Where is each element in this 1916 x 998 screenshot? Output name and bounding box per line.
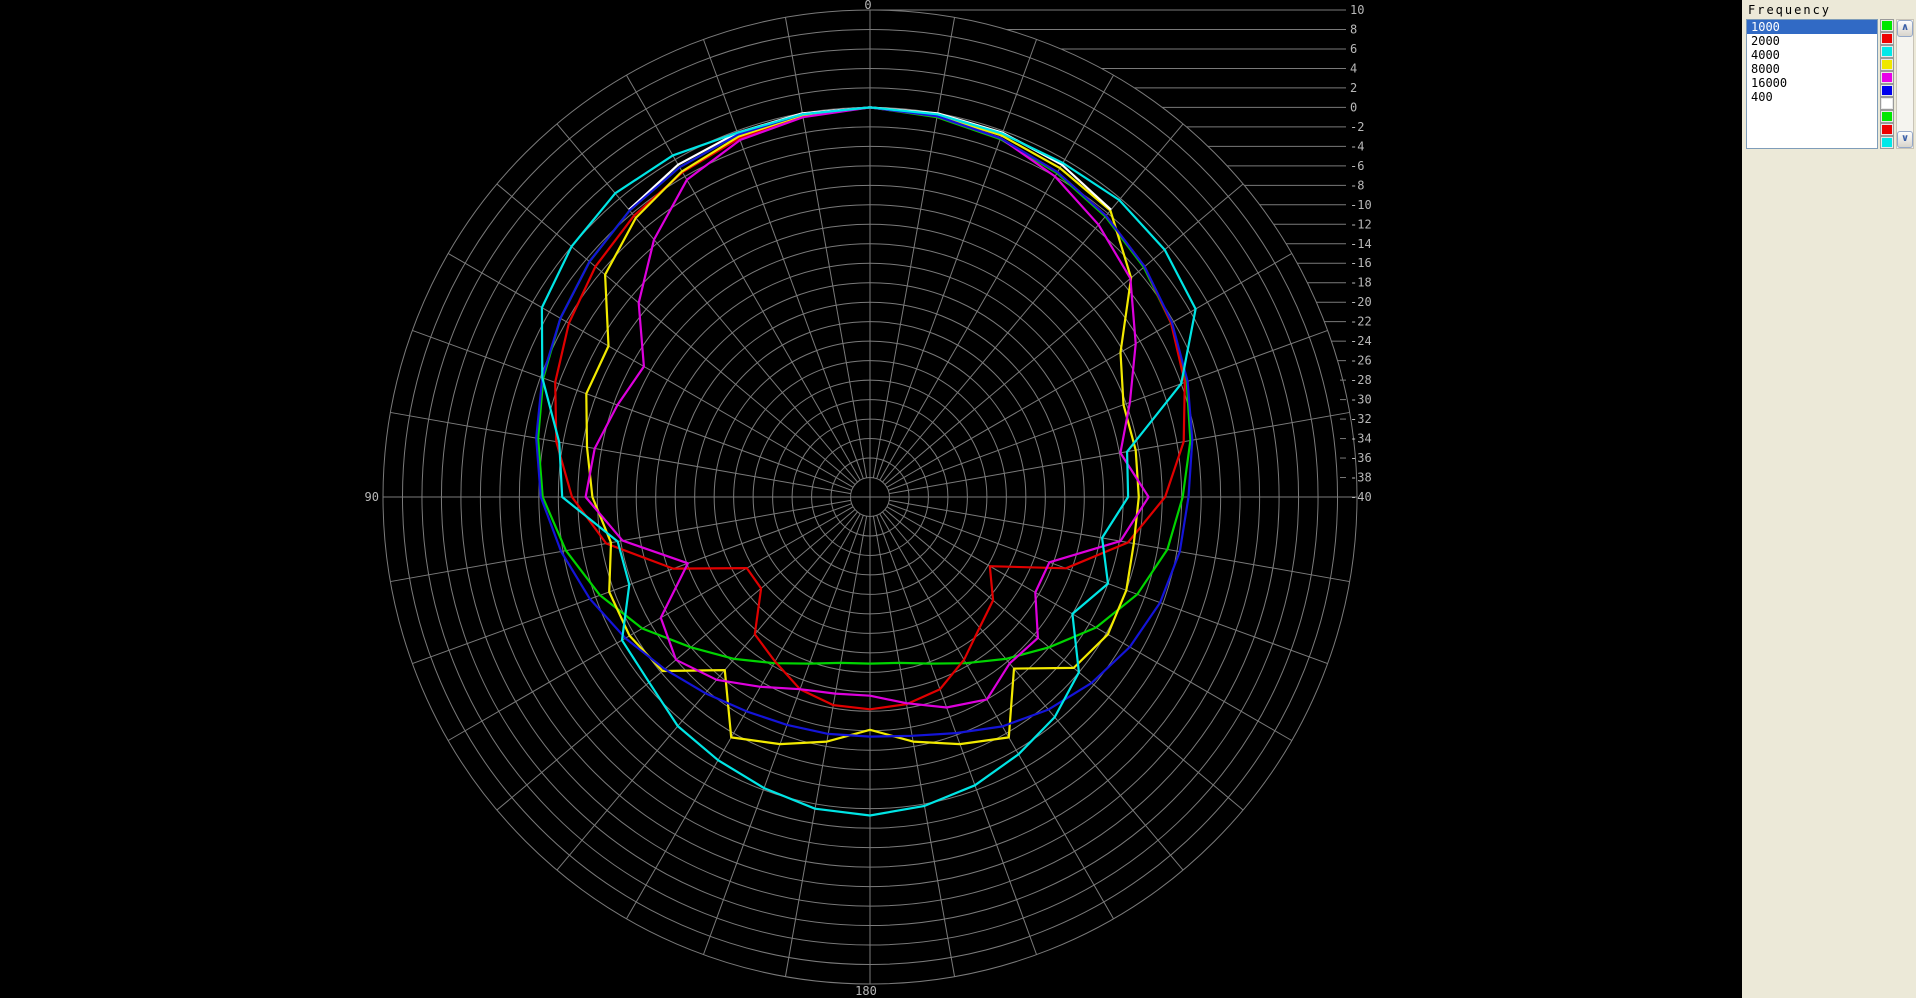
scale-label: -32 [1350,412,1372,426]
grid-spoke [887,254,1292,488]
angle-label-0: 0 [864,0,871,12]
scale-label: -8 [1350,178,1364,192]
grid-spoke [880,514,1114,919]
scale-label: 0 [1350,100,1357,114]
color-swatch-4[interactable] [1880,71,1894,84]
color-swatch-2[interactable] [1880,45,1894,58]
scale-label: -34 [1350,432,1372,446]
scroll-down-button[interactable]: ∨ [1897,131,1913,148]
app-window: 10 8 6 4 2 0 -2 -4 -6 -8 -10 -12 -14 -16 -18 -20 -22 -24 -… [0,0,1916,998]
color-swatch-5[interactable] [1880,84,1894,97]
color-swatch-0[interactable] [1880,19,1894,32]
scale-label: -24 [1350,334,1372,348]
grid-spoke [888,330,1327,490]
scale-label: -2 [1350,120,1364,134]
grid-spoke [448,507,853,741]
color-swatch-column [1879,19,1895,149]
scroll-up-button[interactable]: ∧ [1897,20,1913,37]
frequency-item-1000[interactable]: 1000 [1747,20,1877,34]
frequency-item-2000[interactable]: 2000 [1747,34,1877,48]
grid-spoke [887,507,1292,741]
curve-1000 [538,107,1190,663]
frequency-scrollbar[interactable]: ∧ ∨ [1896,19,1914,149]
curve-8000 [586,107,1139,744]
polar-chart: 10 8 6 4 2 0 -2 -4 -6 -8 -10 -12 -14 -16 -18 -20 -22 -24 -… [0,0,1742,998]
grid-spoke [785,17,866,477]
scale-label: 4 [1350,61,1357,75]
scale-label: -18 [1350,276,1372,290]
angle-label-180: 180 [855,984,877,998]
scale-label: -12 [1350,217,1372,231]
grid-spoke [448,254,853,488]
scale-label: -28 [1350,373,1372,387]
scale-label: -30 [1350,393,1372,407]
scale-label: 6 [1350,42,1357,56]
angle-label-90: 90 [365,490,379,504]
frequency-controls: 100020004000800016000400 ∧ ∨ [1746,19,1914,149]
frequency-item-400[interactable]: 400 [1747,90,1877,104]
frequency-panel-title: Frequency [1748,3,1914,17]
grid-spoke [703,39,863,478]
scale-label: 2 [1350,81,1357,95]
color-swatch-3[interactable] [1880,58,1894,71]
color-swatch-9[interactable] [1880,136,1894,149]
grid-spoke [627,514,861,919]
grid-spoke [412,330,851,490]
frequency-item-4000[interactable]: 4000 [1747,48,1877,62]
scale-label: -40 [1350,490,1372,504]
color-swatch-6[interactable] [1880,97,1894,110]
scale-label: -26 [1350,354,1372,368]
scale-label: -10 [1350,198,1372,212]
scale-label: -36 [1350,451,1372,465]
color-swatch-1[interactable] [1880,32,1894,45]
scale-label: -22 [1350,315,1372,329]
scale-label: -20 [1350,295,1372,309]
grid-spoke [873,17,954,477]
scale-label: -38 [1350,471,1372,485]
color-swatch-8[interactable] [1880,123,1894,136]
frequency-panel: Frequency 100020004000800016000400 ∧ ∨ [1742,0,1916,998]
scale-label: -16 [1350,256,1372,270]
grid-spoke [390,412,850,493]
frequency-item-16000[interactable]: 16000 [1747,76,1877,90]
grid-spoke [785,516,866,976]
scale-label: -4 [1350,139,1364,153]
grid-spoke [873,516,954,976]
grid-spoke [877,39,1037,478]
grid-spoke [390,500,850,581]
frequency-item-8000[interactable]: 8000 [1747,62,1877,76]
scale-label: 10 [1350,3,1364,17]
color-swatch-7[interactable] [1880,110,1894,123]
scale-label: -6 [1350,159,1364,173]
frequency-listbox[interactable]: 100020004000800016000400 [1746,19,1878,149]
scale-label: 8 [1350,22,1357,36]
scale-label: -14 [1350,237,1372,251]
